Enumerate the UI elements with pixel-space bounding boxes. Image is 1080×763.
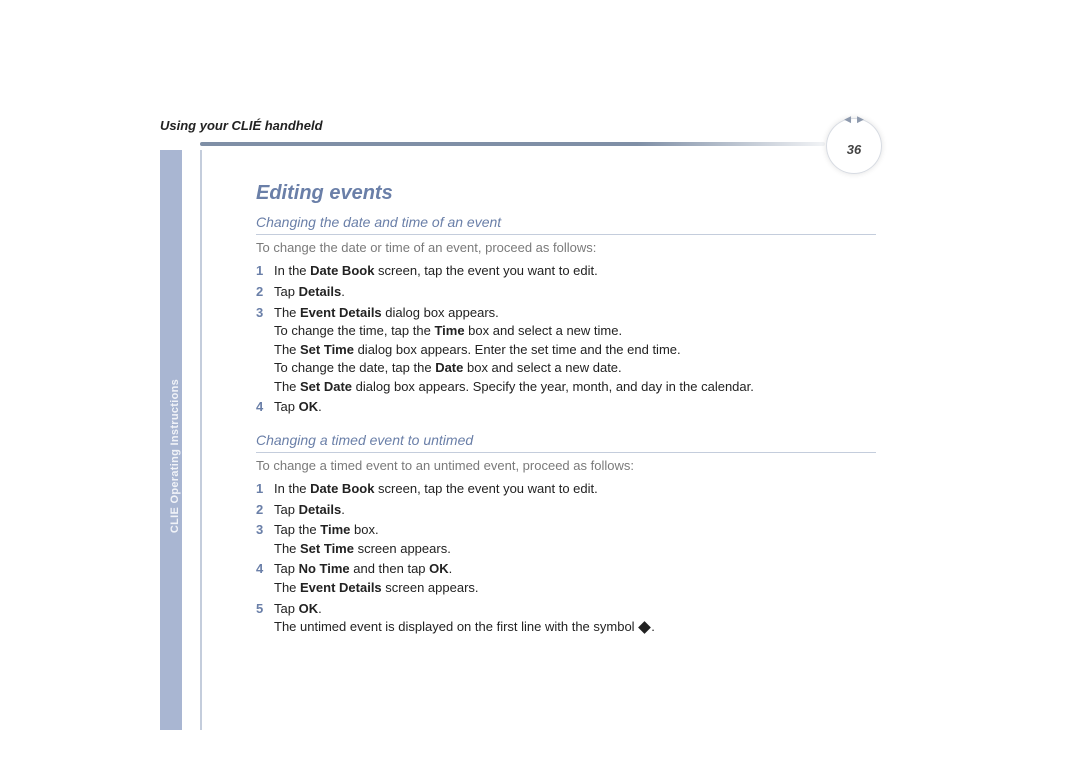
step-number: 3 <box>256 304 274 397</box>
step-line: The Set Time dialog box appears. Enter t… <box>274 341 876 359</box>
bold-text: Time <box>434 323 464 338</box>
chapter-header: Using your CLIÉ handheld <box>160 118 920 133</box>
step: 4Tap No Time and then tap OK.The Event D… <box>256 560 876 597</box>
step-number: 3 <box>256 521 274 558</box>
step-line: The Set Time screen appears. <box>274 540 876 558</box>
step: 1In the Date Book screen, tap the event … <box>256 480 876 499</box>
subsection-heading-1: Changing the date and time of an event <box>256 213 876 235</box>
step-body: Tap OK.The untimed event is displayed on… <box>274 600 876 637</box>
main-content: Editing events Changing the date and tim… <box>256 180 876 639</box>
bold-text: Details <box>299 284 342 299</box>
step: 3Tap the Time box.The Set Time screen ap… <box>256 521 876 558</box>
page-number: 36 <box>847 142 861 157</box>
bold-text: OK <box>429 561 449 576</box>
vertical-rule <box>200 150 202 730</box>
bold-text: OK <box>299 399 319 414</box>
bold-text: Date Book <box>310 481 374 496</box>
step-line: Tap Details. <box>274 501 876 519</box>
step-body: The Event Details dialog box appears.To … <box>274 304 876 397</box>
step: 1In the Date Book screen, tap the event … <box>256 262 876 281</box>
step-number: 4 <box>256 560 274 597</box>
step-line: Tap No Time and then tap OK. <box>274 560 876 578</box>
bold-text: Date Book <box>310 263 374 278</box>
bold-text: Event Details <box>300 580 382 595</box>
step-line: Tap OK. <box>274 600 876 618</box>
step-body: Tap OK. <box>274 398 876 417</box>
step: 5Tap OK.The untimed event is displayed o… <box>256 600 876 637</box>
step-line: Tap Details. <box>274 283 876 301</box>
intro-text-1: To change the date or time of an event, … <box>256 239 876 257</box>
diamond-icon <box>638 621 651 634</box>
bold-text: Time <box>320 522 350 537</box>
step-line: The Set Date dialog box appears. Specify… <box>274 378 876 396</box>
step-line: To change the time, tap the Time box and… <box>274 322 876 340</box>
side-tab: CLIE Operating Instructions <box>160 150 182 730</box>
bold-text: Date <box>435 360 463 375</box>
step: 2Tap Details. <box>256 501 876 520</box>
bold-text: Set Time <box>300 541 354 556</box>
subsection-heading-2: Changing a timed event to untimed <box>256 431 876 453</box>
bold-text: No Time <box>299 561 350 576</box>
step-body: Tap Details. <box>274 501 876 520</box>
step-list-1: 1In the Date Book screen, tap the event … <box>256 262 876 416</box>
header-rule <box>200 142 825 146</box>
step-line: The Event Details screen appears. <box>274 579 876 597</box>
step-body: In the Date Book screen, tap the event y… <box>274 262 876 281</box>
step-line: In the Date Book screen, tap the event y… <box>274 262 876 280</box>
step-line: In the Date Book screen, tap the event y… <box>274 480 876 498</box>
bold-text: Set Time <box>300 342 354 357</box>
step-body: Tap No Time and then tap OK.The Event De… <box>274 560 876 597</box>
step-body: Tap Details. <box>274 283 876 302</box>
step-number: 2 <box>256 501 274 520</box>
step-number: 2 <box>256 283 274 302</box>
step-number: 4 <box>256 398 274 417</box>
step: 3The Event Details dialog box appears.To… <box>256 304 876 397</box>
section-title: Editing events <box>256 180 876 207</box>
intro-text-2: To change a timed event to an untimed ev… <box>256 457 876 475</box>
nav-prev-icon[interactable]: ◀ <box>844 114 851 125</box>
step: 4Tap OK. <box>256 398 876 417</box>
bold-text: OK <box>299 601 319 616</box>
bold-text: Details <box>299 502 342 517</box>
step-number: 1 <box>256 480 274 499</box>
bold-text: Set Date <box>300 379 352 394</box>
step-line: Tap the Time box. <box>274 521 876 539</box>
side-tab-label: CLIE Operating Instructions <box>169 361 181 551</box>
bold-text: Event Details <box>300 305 382 320</box>
step-body: In the Date Book screen, tap the event y… <box>274 480 876 499</box>
step-line: Tap OK. <box>274 398 876 416</box>
step-list-2: 1In the Date Book screen, tap the event … <box>256 480 876 636</box>
step-line: To change the date, tap the Date box and… <box>274 359 876 377</box>
step-number: 5 <box>256 600 274 637</box>
step-body: Tap the Time box.The Set Time screen app… <box>274 521 876 558</box>
step-line: The Event Details dialog box appears. <box>274 304 876 322</box>
step: 2Tap Details. <box>256 283 876 302</box>
nav-next-icon[interactable]: ▶ <box>857 114 864 125</box>
step-number: 1 <box>256 262 274 281</box>
step-line: The untimed event is displayed on the fi… <box>274 618 876 636</box>
page-number-badge: ◀ ▶ 36 <box>826 118 882 174</box>
